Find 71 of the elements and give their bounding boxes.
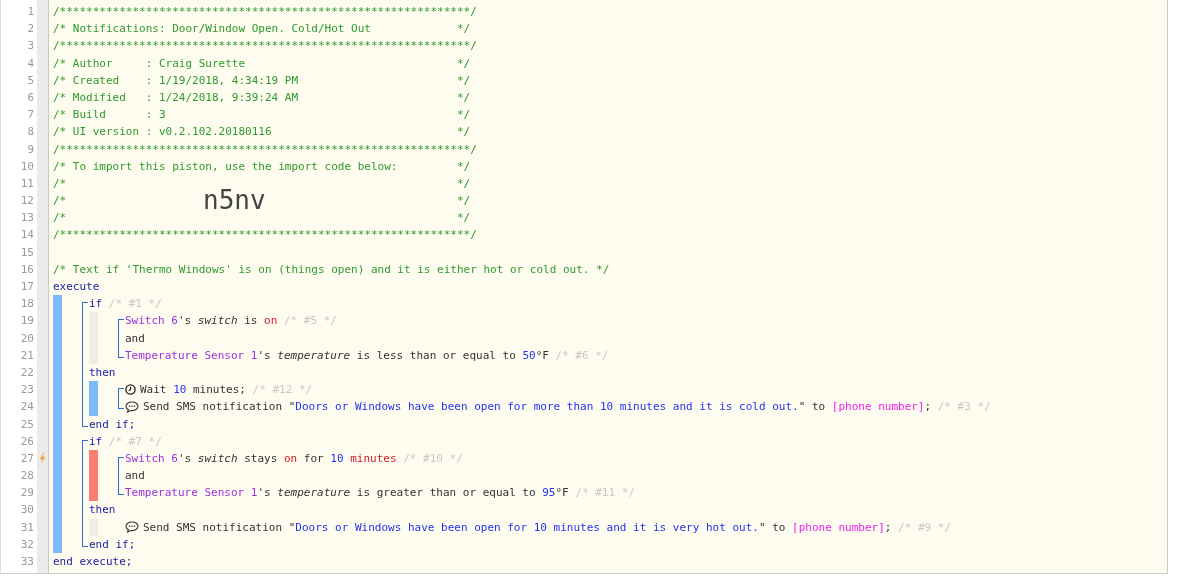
line-number: 31 <box>19 519 35 536</box>
line-number: 10 <box>19 158 35 175</box>
line-number: 15 <box>19 244 35 261</box>
comment-end: */ <box>456 158 471 175</box>
code-line: then <box>89 364 116 381</box>
comment-line: /**************************************************************/ <box>53 4 477 20</box>
code-line: /* Text if 'Thermo Windows' is on (things open) and it is either hot or cold out. */ <box>53 261 610 278</box>
line-number: 11 <box>19 175 35 192</box>
status-bar <box>53 535 62 553</box>
line-number: 13 <box>19 210 35 227</box>
line-number: 8 <box>26 124 35 141</box>
code-line: end if; <box>89 416 136 433</box>
comment-end: */ <box>456 21 471 38</box>
comment-end: */ <box>456 55 471 72</box>
line-number: 18 <box>19 296 35 313</box>
line-number: 25 <box>19 416 35 433</box>
line-number: 30 <box>19 502 35 519</box>
line-number: 6 <box>26 89 35 106</box>
code-line: end if; <box>89 536 136 553</box>
line-number: 19 <box>19 313 35 330</box>
line-number: 27 <box>19 450 35 467</box>
line-number: 28 <box>19 468 35 485</box>
line-number: 16 <box>19 261 35 278</box>
comment-end: */ <box>456 89 471 106</box>
comment-line: /* Created : 1/19/2018, 4:34:19 PM <box>53 72 300 89</box>
chat-icon <box>125 521 139 534</box>
line-number: 26 <box>19 433 35 450</box>
comment-start: /* <box>53 193 68 210</box>
comment-end: */ <box>456 175 471 192</box>
line-number: 22 <box>19 364 35 381</box>
code-line: and <box>125 330 145 347</box>
comment-line: /* Modified : 1/24/2018, 9:39:24 AM <box>53 89 300 106</box>
line-number: 32 <box>19 536 35 553</box>
comment-line: /**************************************************************/ <box>53 38 477 55</box>
line-number: 21 <box>19 347 35 364</box>
line-number: 4 <box>26 55 35 72</box>
comment-end: */ <box>456 72 471 89</box>
line-number: 24 <box>19 399 35 416</box>
comment-end: */ <box>456 107 471 124</box>
comment-end: */ <box>457 193 471 210</box>
code-line: execute <box>53 279 100 295</box>
comment-line: /* Build : 3 <box>53 107 167 124</box>
comment-line: /**************************************************************/ <box>53 141 477 158</box>
comment-line: /**************************************************************/ <box>53 227 477 244</box>
comment-line: /* Author : Craig Surette <box>53 55 247 72</box>
code-line: end execute; <box>53 554 133 570</box>
comment-line: /* Notifications: Door/Window Open. Cold/Hot Out <box>53 21 372 38</box>
code-line: and <box>125 468 145 485</box>
line-number: 20 <box>19 330 35 347</box>
comment-line: /* UI version : v0.2.102.20180116 <box>53 124 273 141</box>
line-number: 23 <box>19 382 35 399</box>
chat-icon <box>125 400 139 413</box>
line-number: 5 <box>26 72 35 89</box>
line-number: 29 <box>19 485 35 502</box>
line-number: 17 <box>19 279 35 295</box>
line-number: 14 <box>19 227 35 244</box>
line-number: 1 <box>26 4 35 20</box>
comment-end: */ <box>456 124 471 141</box>
status-bar <box>53 295 62 313</box>
line-number: 7 <box>26 107 35 124</box>
line-number: 2 <box>26 21 35 38</box>
comment-line: /* <box>53 175 68 192</box>
line-number: 12 <box>19 193 35 210</box>
comment-line: /* To import this piston, use the import code below: <box>53 158 399 175</box>
line-number: 9 <box>26 141 35 158</box>
comment-end: */ <box>456 210 471 227</box>
clock-icon <box>125 384 136 396</box>
code-line: then <box>89 502 116 519</box>
line-number: 3 <box>26 38 35 55</box>
line-number: 33 <box>19 554 35 570</box>
comment-line: /* <box>53 210 68 227</box>
